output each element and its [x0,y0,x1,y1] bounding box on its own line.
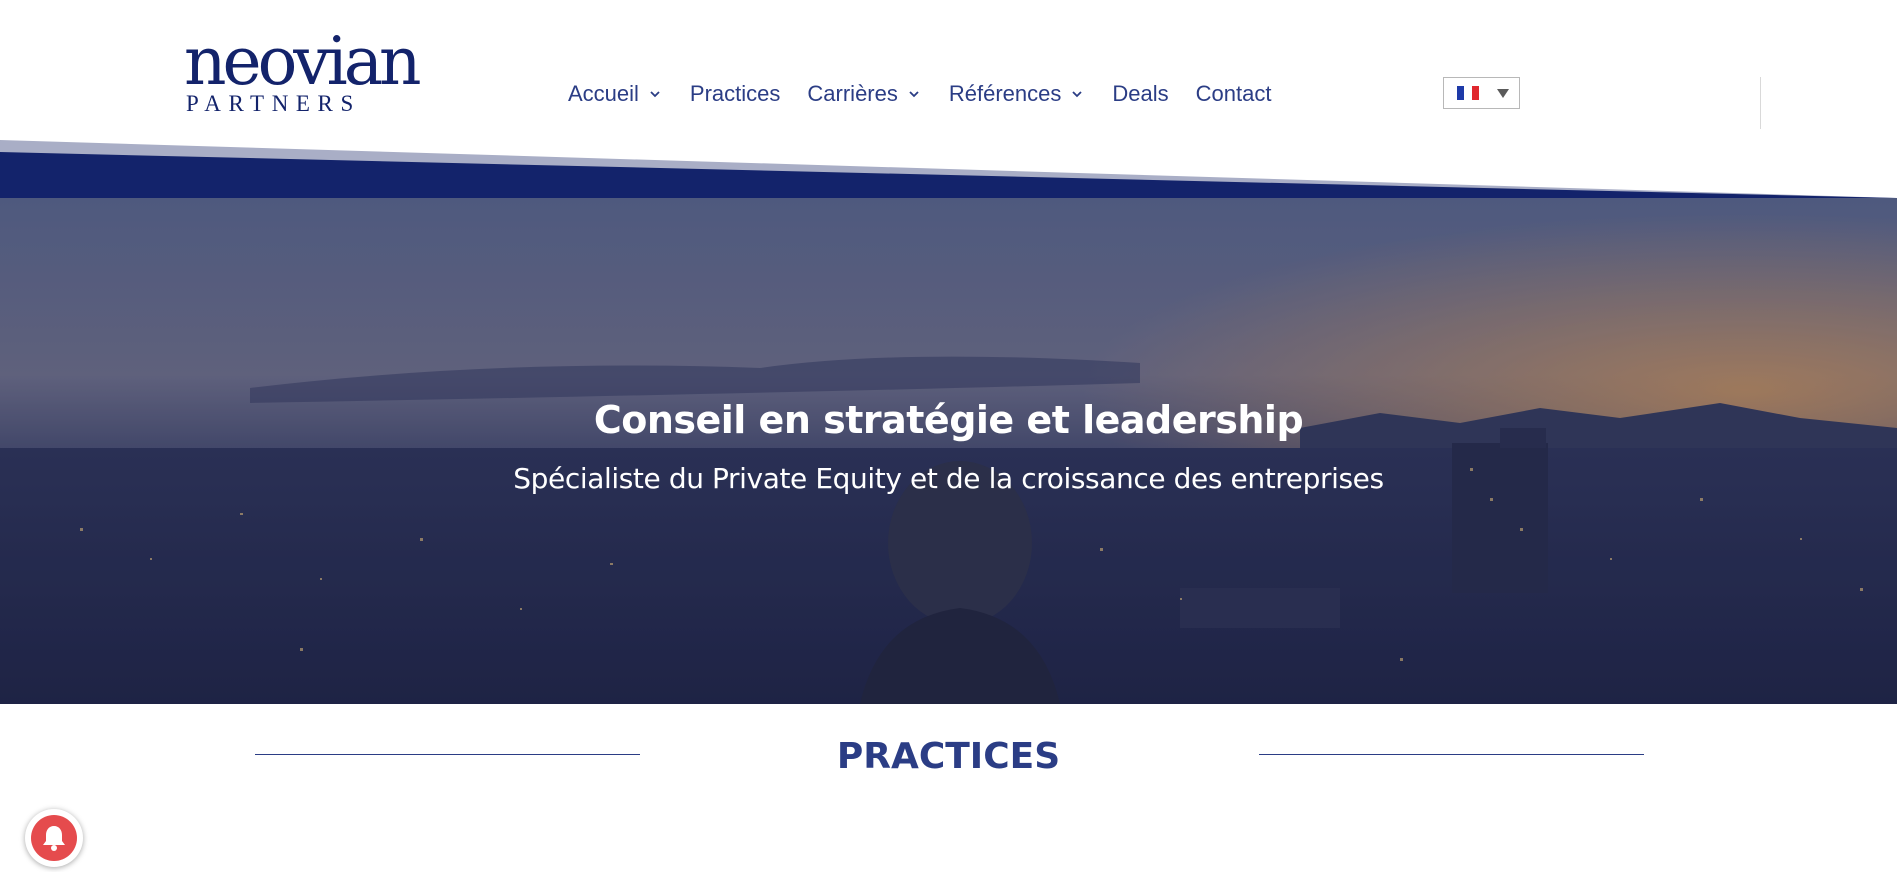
french-flag-icon [1457,86,1479,100]
hero-subtitle: Spécialiste du Private Equity et de la c… [513,462,1384,495]
nav-item-label: Deals [1112,81,1169,106]
neovian-partners-logo[interactable]: neovian PARTNERS [184,26,440,116]
chevron-down-icon [1072,91,1083,98]
section-title: PRACTICES [836,736,1061,777]
nav-item-deals[interactable]: Deals [1112,81,1168,107]
site-header: neovian PARTNERS Accueil Practices Carri… [0,0,1897,200]
section-divider-right [1259,754,1644,755]
bell-icon [31,815,77,861]
hero-banner: Conseil en stratégie et leadership Spéci… [0,198,1897,704]
nav-item-label: Practices [689,81,781,106]
nav-item-label: Carrières [807,81,898,106]
chevron-down-icon [909,91,919,98]
nav-item-label: Références [948,81,1062,106]
nav-item-label: Accueil [568,81,639,106]
language-selector[interactable] [1443,77,1520,109]
hero-background-image [0,198,1897,704]
nav-item-carrieres[interactable]: Carrières [807,81,921,107]
nav-item-practices[interactable]: Practices [690,81,780,107]
nav-item-label: Contact [1195,81,1272,106]
hero-title: Conseil en stratégie et leadership [593,398,1304,442]
header-divider [1760,77,1761,129]
chevron-down-icon [650,91,660,98]
header-swoosh [0,140,1897,200]
notification-bell-button[interactable] [25,809,83,867]
nav-item-contact[interactable]: Contact [1196,81,1272,107]
logo-subtitle: PARTNERS [186,91,361,116]
logo-wordmark: neovian [184,23,422,100]
nav-item-accueil[interactable]: Accueil [568,81,663,107]
nav-item-references[interactable]: Références [949,81,1086,107]
main-navigation: Accueil Practices Carrières Références D… [568,78,1298,110]
caret-down-icon [1497,88,1509,98]
